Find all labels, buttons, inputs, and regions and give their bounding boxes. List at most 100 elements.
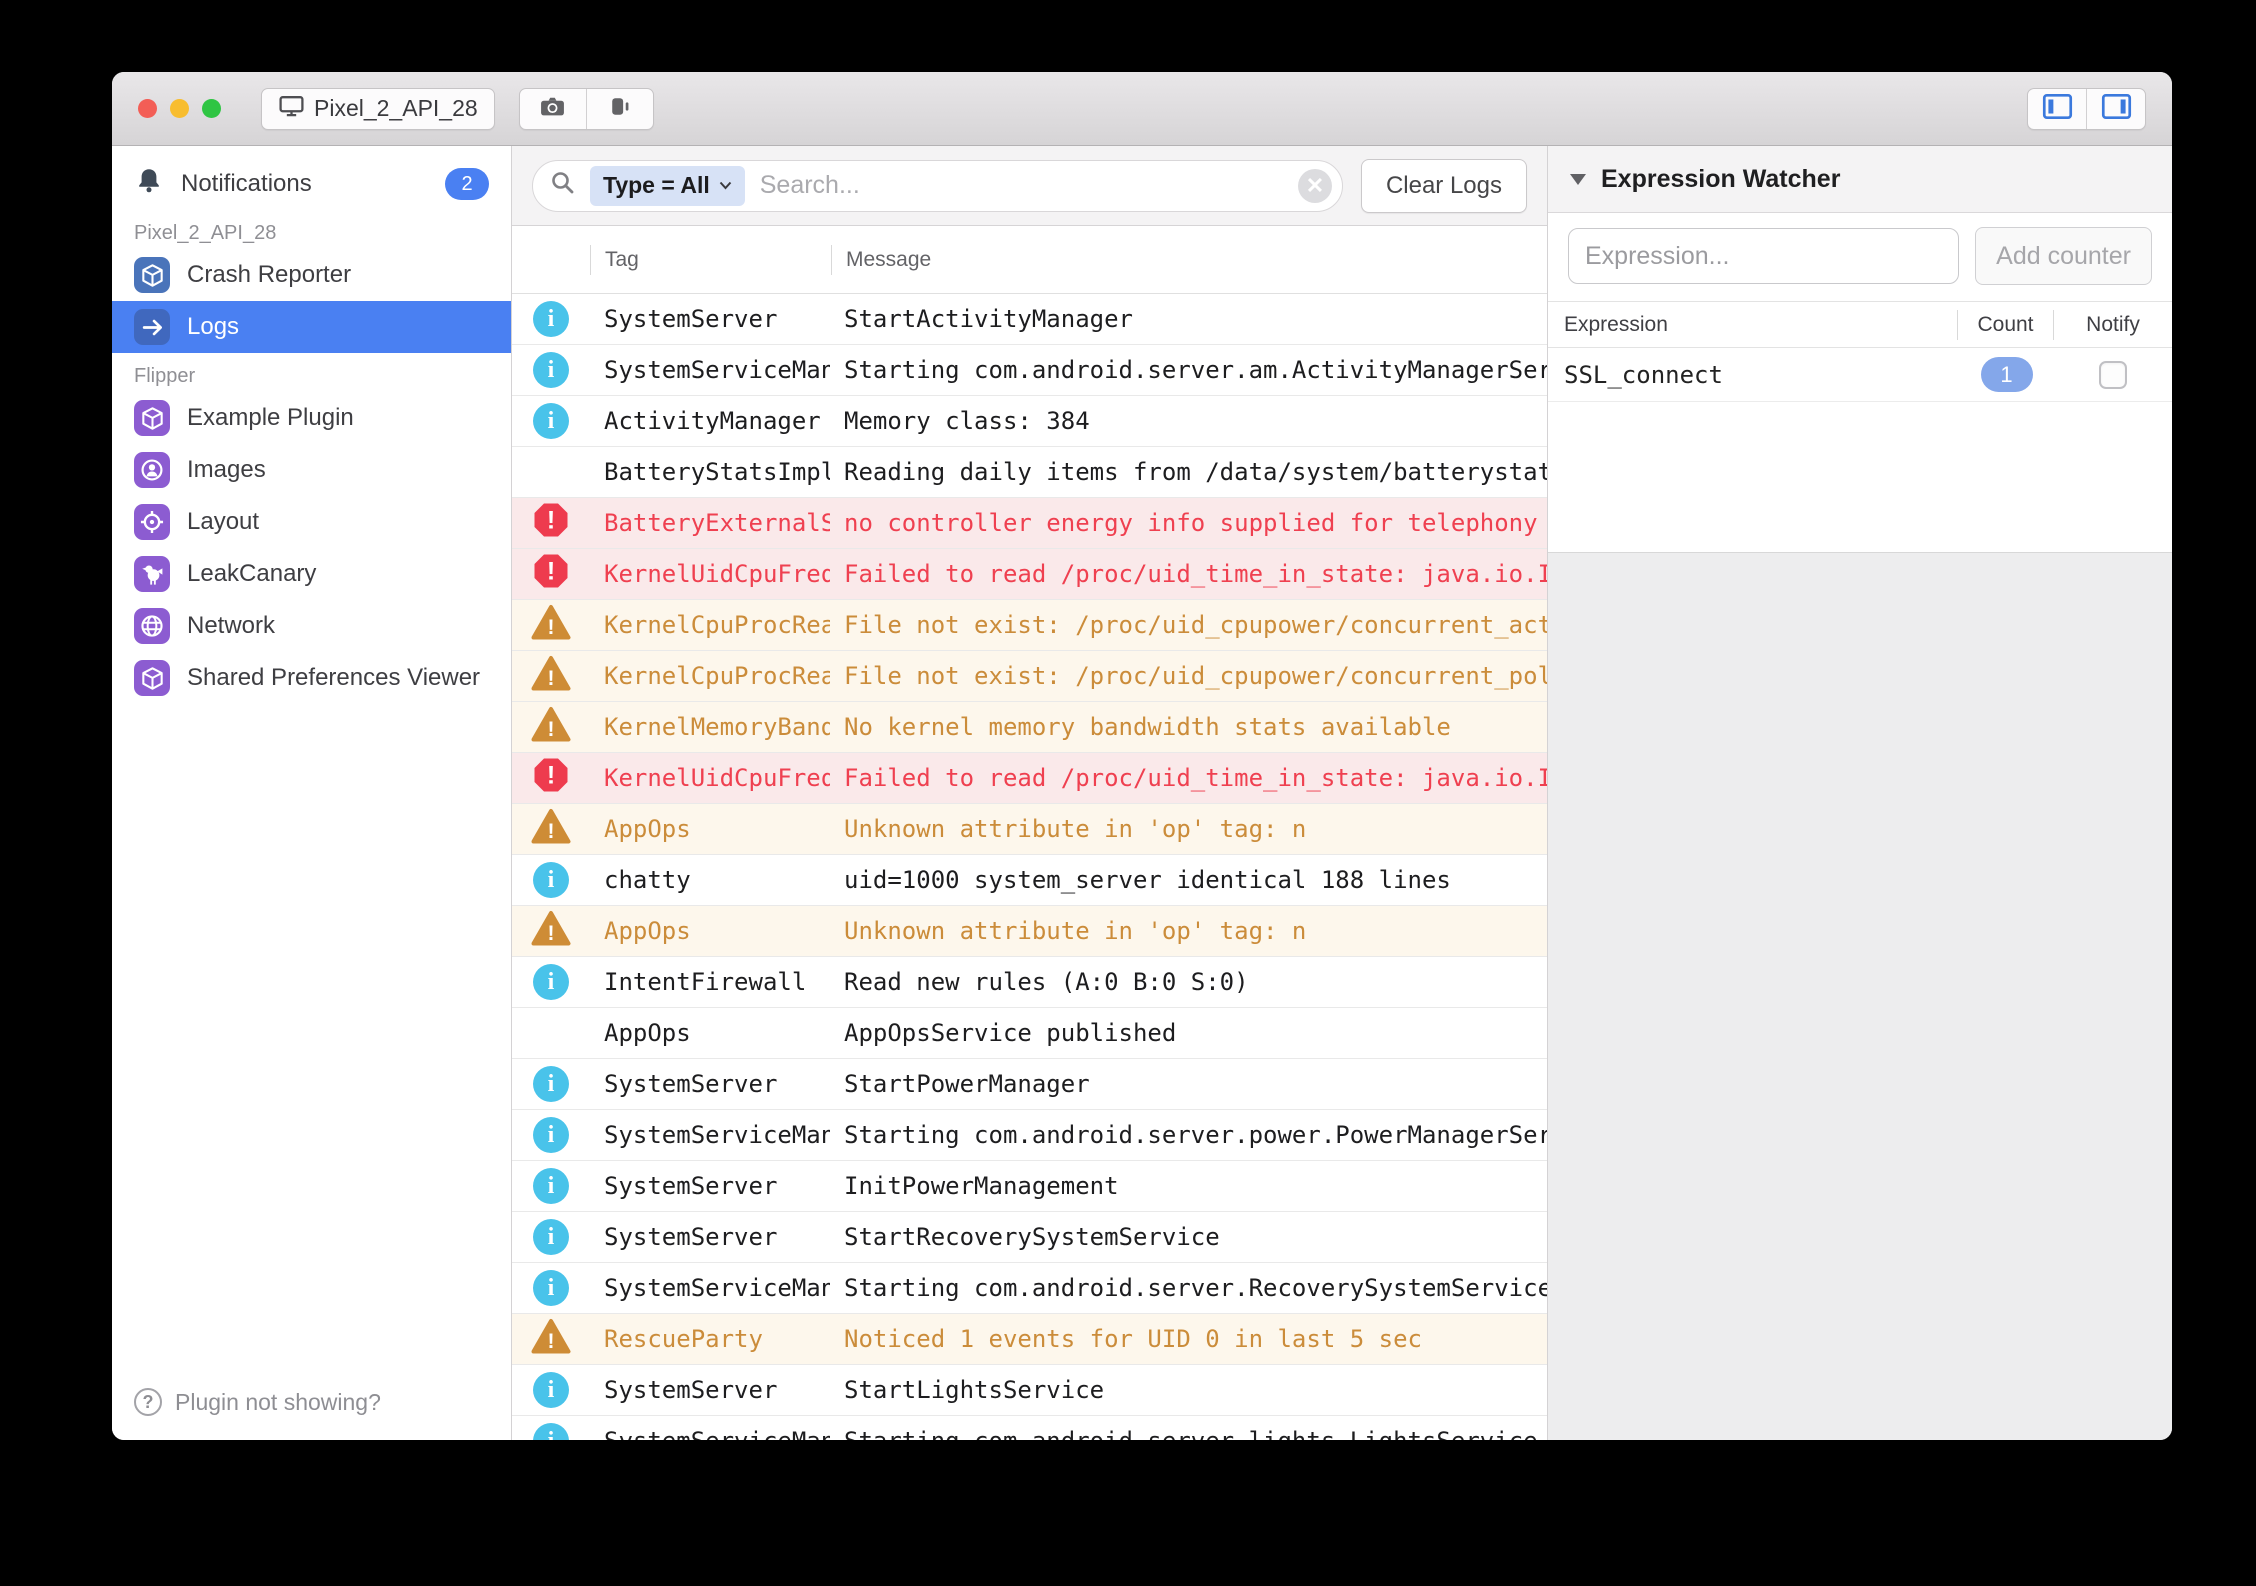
log-row[interactable]: iSystemServiceManagerStarting com.androi… xyxy=(512,1416,1547,1440)
log-row[interactable]: iIntentFirewallRead new rules (A:0 B:0 S… xyxy=(512,957,1547,1008)
sidebar-item-label: Layout xyxy=(187,508,259,536)
sidebar-section-header: Flipper xyxy=(134,365,511,388)
sidebar-item-images[interactable]: Images xyxy=(112,444,511,496)
log-row[interactable]: iSystemServerInitPowerManagement xyxy=(512,1161,1547,1212)
log-row[interactable]: iActivityManagerMemory class: 384 xyxy=(512,396,1547,447)
log-level-cell: ! xyxy=(512,604,590,647)
log-row[interactable]: !AppOpsUnknown attribute in 'op' tag: n xyxy=(512,804,1547,855)
close-button[interactable] xyxy=(138,99,157,118)
watcher-row[interactable]: SSL_connect1 xyxy=(1548,348,2172,402)
type-filter-token[interactable]: Type = All xyxy=(590,166,745,206)
log-tag: KernelCpuProcReader xyxy=(590,662,830,690)
svg-text:!: ! xyxy=(547,558,555,586)
svg-text:!: ! xyxy=(548,718,555,741)
log-row[interactable]: iSystemServiceManagerStarting com.androi… xyxy=(512,1110,1547,1161)
notifications-count-badge: 2 xyxy=(445,168,489,200)
count-column-header: Count xyxy=(1958,313,2053,337)
log-row[interactable]: iSystemServiceManagerStarting com.androi… xyxy=(512,1263,1547,1314)
cube-icon xyxy=(134,257,170,293)
log-tag: IntentFirewall xyxy=(590,968,830,996)
plugin-not-showing-link[interactable]: ? Plugin not showing? xyxy=(112,1368,511,1440)
sidebar-item-label: Network xyxy=(187,612,275,640)
log-tag: ActivityManager xyxy=(590,407,830,435)
log-row[interactable]: iSystemServerStartRecoverySystemService xyxy=(512,1212,1547,1263)
log-message: Unknown attribute in 'op' tag: n xyxy=(830,815,1547,843)
log-message: Starting com.android.server.RecoverySyst… xyxy=(830,1274,1547,1302)
add-counter-button[interactable]: Add counter xyxy=(1975,227,2152,285)
log-row[interactable]: AppOpsAppOpsService published xyxy=(512,1008,1547,1059)
sidebar-item-network[interactable]: Network xyxy=(112,600,511,652)
log-row[interactable]: iSystemServerStartLightsService xyxy=(512,1365,1547,1416)
log-row[interactable]: !RescuePartyNoticed 1 events for UID 0 i… xyxy=(512,1314,1547,1365)
log-tag: SystemServer xyxy=(590,1070,830,1098)
sidebar-item-layout[interactable]: Layout xyxy=(112,496,511,548)
clear-logs-button[interactable]: Clear Logs xyxy=(1361,159,1527,213)
expression-watcher-header[interactable]: Expression Watcher xyxy=(1548,146,2172,213)
log-rows: iSystemServerStartActivityManageriSystem… xyxy=(512,294,1547,1440)
log-row[interactable]: !KernelCpuProcReaderFile not exist: /pro… xyxy=(512,600,1547,651)
log-row[interactable]: iSystemServerStartActivityManager xyxy=(512,294,1547,345)
sidebar-item-logs[interactable]: Logs xyxy=(112,301,511,353)
log-row[interactable]: !KernelMemoryBandwidthStatsNo kernel mem… xyxy=(512,702,1547,753)
toggle-left-panel-icon xyxy=(2042,92,2073,126)
search-bar[interactable]: Type = All ✕ xyxy=(532,160,1343,212)
zoom-button[interactable] xyxy=(202,99,221,118)
info-icon: i xyxy=(533,964,569,1000)
warning-icon: ! xyxy=(531,808,571,851)
plugin-not-showing-label: Plugin not showing? xyxy=(175,1389,381,1416)
log-row[interactable]: !KernelUidCpuFreqTimeReaderFailed to rea… xyxy=(512,549,1547,600)
log-row[interactable]: !AppOpsUnknown attribute in 'op' tag: n xyxy=(512,906,1547,957)
log-row[interactable]: !BatteryExternalStatsWorkerno controller… xyxy=(512,498,1547,549)
cube-icon xyxy=(134,400,170,436)
log-level-cell: i xyxy=(512,1219,590,1255)
bell-icon xyxy=(134,166,164,203)
log-row[interactable]: ichattyuid=1000 system_server identical … xyxy=(512,855,1547,906)
log-message: Memory class: 384 xyxy=(830,407,1547,435)
sidebar-item-leakcanary[interactable]: LeakCanary xyxy=(112,548,511,600)
search-icon xyxy=(549,169,577,202)
log-tag: BatteryStatsImpl xyxy=(590,458,830,486)
log-row[interactable]: !KernelCpuProcReaderFile not exist: /pro… xyxy=(512,651,1547,702)
log-row[interactable]: iSystemServiceManagerStarting com.androi… xyxy=(512,345,1547,396)
log-message: Starting com.android.server.lights.Light… xyxy=(830,1427,1547,1440)
info-icon: i xyxy=(533,1219,569,1255)
search-input[interactable] xyxy=(758,170,1285,201)
log-level-cell: i xyxy=(512,352,590,388)
screen-record-button[interactable] xyxy=(586,89,653,129)
sidebar-item-crash-reporter[interactable]: Crash Reporter xyxy=(112,249,511,301)
screenshot-button[interactable] xyxy=(520,89,586,129)
cube-icon xyxy=(134,660,170,696)
toggle-right-sidebar-button[interactable] xyxy=(2086,89,2145,129)
svg-text:!: ! xyxy=(548,1330,555,1353)
target-icon xyxy=(134,504,170,540)
clear-search-icon[interactable]: ✕ xyxy=(1298,169,1332,203)
logs-main-panel: Type = All ✕ Clear Logs Tag Message iSys… xyxy=(512,146,1547,1440)
info-icon: i xyxy=(533,352,569,388)
info-icon: i xyxy=(533,1270,569,1306)
sidebar-item-label: LeakCanary xyxy=(187,560,316,588)
notify-checkbox[interactable] xyxy=(2099,361,2127,389)
log-row[interactable]: !KernelUidCpuFreqTimeReaderFailed to rea… xyxy=(512,753,1547,804)
sidebar-item-notifications[interactable]: Notifications 2 xyxy=(112,158,511,210)
expression-input[interactable] xyxy=(1568,228,1959,284)
log-tag: SystemServer xyxy=(590,305,830,333)
sidebar-item-shared-preferences-viewer[interactable]: Shared Preferences Viewer xyxy=(112,652,511,704)
log-toolbar: Type = All ✕ Clear Logs xyxy=(512,146,1547,226)
log-row[interactable]: BatteryStatsImplReading daily items from… xyxy=(512,447,1547,498)
log-message: Failed to read /proc/uid_time_in_state: … xyxy=(830,764,1547,792)
log-message: StartPowerManager xyxy=(830,1070,1547,1098)
svg-text:!: ! xyxy=(548,616,555,639)
sidebar-item-example-plugin[interactable]: Example Plugin xyxy=(112,392,511,444)
log-row[interactable]: iSystemServerStartPowerManager xyxy=(512,1059,1547,1110)
device-selector-button[interactable]: Pixel_2_API_28 xyxy=(261,88,495,130)
minimize-button[interactable] xyxy=(170,99,189,118)
log-message: Reading daily items from /data/system/ba… xyxy=(830,458,1547,486)
message-column-header[interactable]: Message xyxy=(832,248,1547,272)
toggle-left-sidebar-button[interactable] xyxy=(2028,89,2086,129)
device-name: Pixel_2_API_28 xyxy=(314,95,478,122)
log-level-cell: ! xyxy=(512,502,590,544)
log-message: Unknown attribute in 'op' tag: n xyxy=(830,917,1547,945)
log-message: InitPowerManagement xyxy=(830,1172,1547,1200)
warning-icon: ! xyxy=(531,910,571,953)
tag-column-header[interactable]: Tag xyxy=(591,248,831,272)
